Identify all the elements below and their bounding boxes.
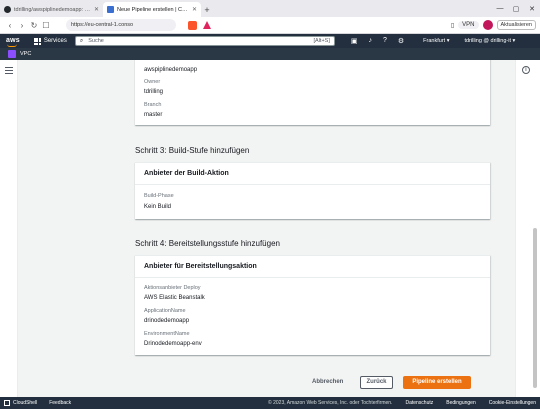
browser-tab-bar: tdrilling/awspiplinedemoapp: Imported ✕ …: [0, 0, 540, 17]
tab-codepipeline[interactable]: Neue Pipeline erstellen | CodePipeli ✕: [103, 2, 201, 17]
profile-avatar[interactable]: [482, 20, 493, 30]
tab-close-icon[interactable]: ✕: [94, 6, 99, 13]
cancel-button[interactable]: Abbrechen: [312, 379, 343, 385]
tab-github-repo[interactable]: tdrilling/awspiplinedemoapp: Imported ✕: [0, 2, 103, 17]
hamburger-menu-icon[interactable]: [5, 67, 13, 76]
build-phase-label: Build-Phase: [144, 193, 174, 199]
search-placeholder: Suche: [88, 38, 104, 44]
back-button[interactable]: Zurück: [360, 376, 393, 389]
privacy-link[interactable]: Datenschutz: [405, 400, 433, 406]
tab-close-icon[interactable]: ✕: [192, 6, 197, 13]
aws-top-nav: aws Services ⌕ Suche [Alt+S] ▣ ♪ ? ⚙ Fra…: [0, 34, 540, 48]
branch-value: master: [144, 112, 163, 118]
deploy-provider-label: Aktionsanbieter Deploy: [144, 285, 201, 291]
account-menu[interactable]: tdrilling @ drilling-it ▾: [464, 38, 515, 44]
bell-icon[interactable]: ♪: [368, 37, 372, 45]
app-name-value: drinodedemoapp: [144, 318, 190, 324]
step3-heading: Schritt 3: Build-Stufe hinzufügen: [135, 146, 250, 155]
copyright-text: © 2023, Amazon Web Services, Inc. oder T…: [268, 400, 393, 406]
left-nav-rail: [0, 60, 18, 397]
brave-shield-icon[interactable]: [188, 20, 197, 30]
sidebar-icon[interactable]: ▯: [451, 22, 454, 29]
owner-label: Owner: [144, 79, 161, 85]
browser-toolbar-right: ▯ VPN Aktualisieren: [451, 20, 536, 30]
deploy-provider-value: AWS Elastic Beanstalk: [144, 295, 205, 301]
update-button[interactable]: Aktualisieren: [496, 20, 536, 30]
search-input[interactable]: ⌕ Suche [Alt+S]: [74, 36, 335, 46]
warning-icon[interactable]: [203, 21, 211, 29]
services-menu[interactable]: Services: [33, 37, 67, 45]
main-content: awspiplinedemoapp Owner tdrilling Branch…: [18, 60, 515, 397]
repo-value: awspiplinedemoapp: [144, 67, 198, 73]
url-field[interactable]: https://eu-central-1.conso: [66, 19, 176, 31]
cloudshell-footer-icon: [4, 400, 10, 406]
wizard-actions: Abbrechen Zurück Pipeline erstellen: [18, 376, 515, 390]
cookie-settings-link[interactable]: Cookie-Einstellungen: [489, 400, 536, 406]
source-card: awspiplinedemoapp Owner tdrilling Branch…: [135, 60, 490, 125]
aws-footer: CloudShell Feedback © 2023, Amazon Web S…: [0, 397, 540, 409]
window-controls: — ▢ ✕: [492, 0, 540, 17]
scrollbar-thumb[interactable]: [533, 228, 537, 388]
bookmark-icon[interactable]: ☐: [40, 21, 52, 30]
app-name-label: ApplicationName: [144, 308, 186, 314]
service-favorites-bar: VPC: [0, 48, 540, 60]
new-tab-button[interactable]: +: [201, 2, 213, 17]
env-name-label: EnvironmentName: [144, 331, 190, 337]
region-selector[interactable]: Frankfurt ▾: [423, 38, 449, 44]
address-bar-row: ‹ › ↻ ☐ https://eu-central-1.conso ▯ VPN…: [0, 17, 540, 34]
minimize-icon[interactable]: —: [492, 5, 508, 12]
cloudshell-icon[interactable]: ▣: [351, 37, 358, 45]
build-phase-value: Kein Build: [144, 204, 172, 210]
maximize-icon[interactable]: ▢: [508, 5, 524, 13]
search-shortcut: [Alt+S]: [313, 38, 330, 44]
search-icon: ⌕: [79, 37, 84, 44]
deploy-provider-card: Anbieter für Bereitstellungsaktion Aktio…: [135, 255, 490, 355]
back-icon[interactable]: ‹: [4, 21, 16, 30]
vpn-button[interactable]: VPN: [458, 21, 479, 29]
info-icon[interactable]: i: [522, 66, 530, 74]
create-pipeline-button[interactable]: Pipeline erstellen: [403, 376, 471, 389]
terms-link[interactable]: Bedingungen: [446, 400, 475, 406]
cloudshell-link[interactable]: CloudShell: [13, 400, 37, 406]
reload-icon[interactable]: ↻: [28, 21, 40, 30]
tab-title: Neue Pipeline erstellen | CodePipeli: [117, 6, 189, 13]
tab-title: tdrilling/awspiplinedemoapp: Imported: [14, 6, 91, 13]
help-icon[interactable]: ?: [383, 37, 387, 45]
build-card-title: Anbieter der Build-Aktion: [135, 163, 490, 185]
branch-label: Branch: [144, 102, 162, 108]
owner-value: tdrilling: [144, 89, 164, 95]
vpc-icon: [8, 50, 16, 58]
aws-nav-icons: ▣ ♪ ? ⚙: [351, 37, 404, 45]
forward-icon[interactable]: ›: [16, 21, 28, 30]
deploy-card-title: Anbieter für Bereitstellungsaktion: [135, 256, 490, 278]
close-window-icon[interactable]: ✕: [524, 5, 540, 13]
vpc-link[interactable]: VPC: [20, 51, 31, 57]
build-provider-card: Anbieter der Build-Aktion Build-Phase Ke…: [135, 162, 490, 219]
url-text: https://eu-central-1.conso: [71, 22, 134, 28]
aws-logo[interactable]: aws: [6, 37, 20, 47]
aws-tab-icon: [107, 6, 114, 13]
env-name-value: Drinodedemoapp-env: [144, 341, 202, 347]
feedback-link[interactable]: Feedback: [49, 400, 71, 406]
step4-heading: Schritt 4: Bereitstellungsstufe hinzufüg…: [135, 239, 280, 248]
gear-icon[interactable]: ⚙: [398, 37, 404, 45]
services-label: Services: [43, 38, 67, 44]
grid-icon: [33, 37, 41, 45]
github-icon: [4, 6, 11, 13]
